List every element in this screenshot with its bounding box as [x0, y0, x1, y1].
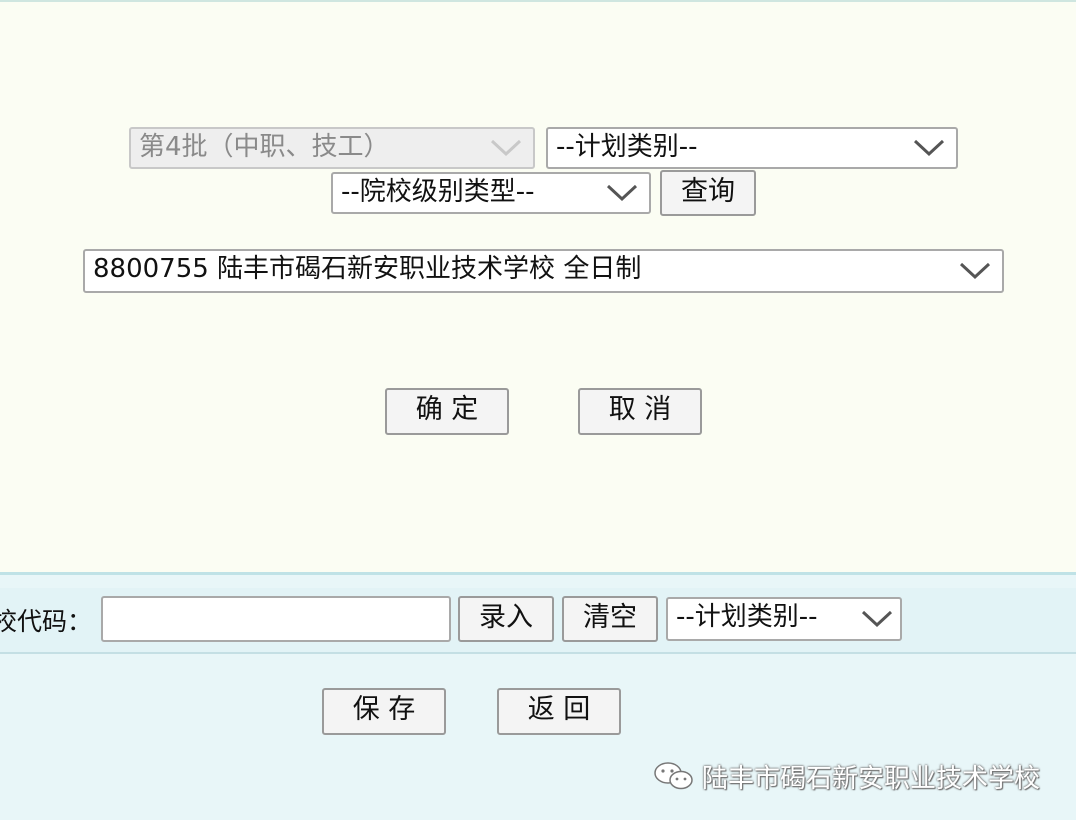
- chevron-down-icon: [861, 610, 893, 628]
- save-button[interactable]: 保 存: [322, 688, 446, 735]
- selection-dialog: 第4批（中职、技工） --计划类别-- --院校级别类型-- 查询 880075…: [0, 0, 1076, 572]
- chevron-down-icon: [959, 262, 991, 280]
- school-code-label: 校代码：: [0, 607, 93, 636]
- school-select[interactable]: 8800755 陆丰市碣石新安职业技术学校 全日制: [83, 249, 1004, 293]
- clear-button[interactable]: 清空: [562, 596, 658, 642]
- chevron-down-icon: [490, 139, 522, 157]
- query-button[interactable]: 查询: [660, 170, 756, 216]
- batch-select: 第4批（中职、技工）: [129, 127, 535, 169]
- cancel-button[interactable]: 取 消: [578, 388, 702, 435]
- batch-select-value: 第4批（中职、技工）: [139, 132, 390, 162]
- plan-type-select[interactable]: --计划类别--: [546, 127, 958, 169]
- wechat-icon: [654, 762, 693, 790]
- page: 第4批（中职、技工） --计划类别-- --院校级别类型-- 查询 880075…: [0, 0, 1076, 820]
- chevron-down-icon: [606, 184, 638, 202]
- bottom-plan-type-select[interactable]: --计划类别--: [666, 597, 902, 641]
- plan-type-select-value: --计划类别--: [556, 132, 698, 162]
- confirm-button[interactable]: 确 定: [385, 388, 509, 435]
- school-code-input[interactable]: [101, 596, 451, 642]
- watermark-text: 陆丰市碣石新安职业技术学校: [702, 763, 1041, 794]
- school-level-select-value: --院校级别类型--: [341, 177, 535, 207]
- bottom-plan-type-select-value: --计划类别--: [676, 602, 818, 632]
- watermark: 陆丰市碣石新安职业技术学校: [652, 758, 1040, 794]
- school-level-select[interactable]: --院校级别类型--: [331, 172, 651, 214]
- enter-button[interactable]: 录入: [458, 596, 554, 642]
- chevron-down-icon: [913, 139, 945, 157]
- back-button[interactable]: 返 回: [497, 688, 621, 735]
- school-select-value: 8800755 陆丰市碣石新安职业技术学校 全日制: [93, 254, 642, 284]
- entry-row: 校代码： 录入 清空 --计划类别--: [0, 588, 1076, 654]
